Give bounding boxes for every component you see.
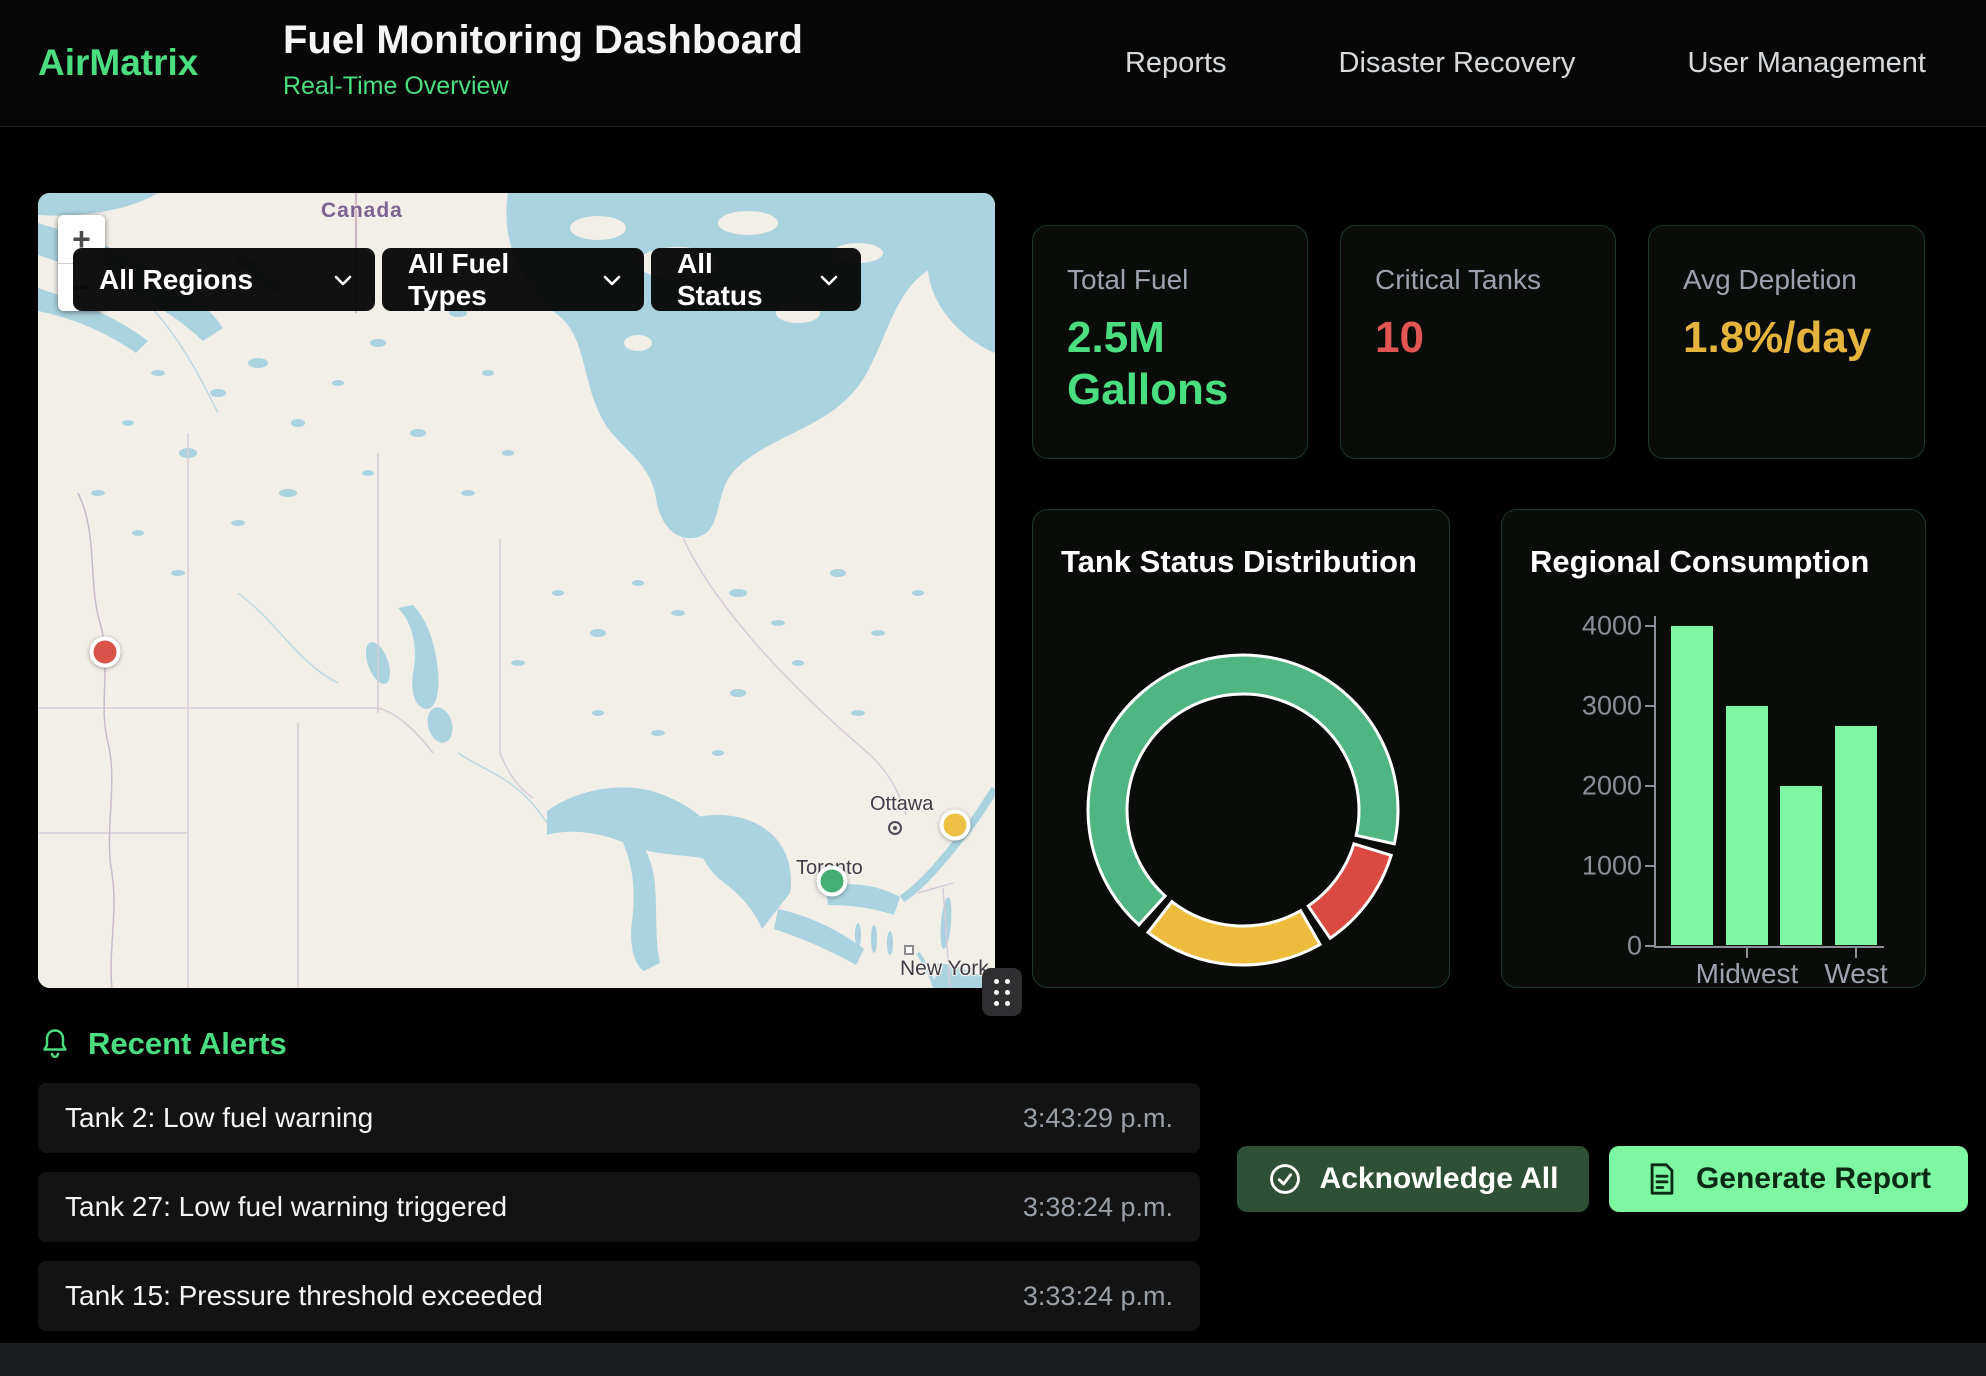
x-axis-line bbox=[1654, 946, 1884, 948]
x-axis-tick-mark bbox=[1746, 948, 1748, 958]
tank-marker-normal[interactable] bbox=[817, 866, 848, 897]
x-axis-tick-mark bbox=[1855, 948, 1857, 958]
bottom-strip bbox=[0, 1343, 1986, 1376]
bar-Midwest bbox=[1726, 706, 1768, 945]
y-axis-tick-label: 3000 bbox=[1502, 691, 1642, 722]
fuel-type-filter-dropdown[interactable]: All Fuel Types bbox=[382, 248, 644, 311]
y-axis-tick-mark bbox=[1645, 785, 1655, 787]
stat-value-avg-depletion: 1.8%/day bbox=[1683, 312, 1890, 364]
acknowledge-all-button[interactable]: Acknowledge All bbox=[1237, 1146, 1589, 1212]
y-axis-tick-label: 4000 bbox=[1502, 611, 1642, 642]
y-axis-tick-mark bbox=[1645, 865, 1655, 867]
map-label-new-york: New York bbox=[900, 957, 989, 981]
x-axis-tick-label: West bbox=[1824, 958, 1887, 990]
alert-timestamp: 3:33:24 p.m. bbox=[1023, 1281, 1173, 1312]
main-nav: Reports Disaster Recovery User Managemen… bbox=[1125, 0, 1926, 127]
alert-list-item[interactable]: Tank 27: Low fuel warning triggered 3:38… bbox=[38, 1172, 1200, 1242]
stat-label: Total Fuel bbox=[1067, 264, 1273, 296]
chevron-down-icon bbox=[817, 268, 841, 292]
y-axis-tick-label: 0 bbox=[1502, 931, 1642, 962]
app-header: AirMatrix Fuel Monitoring Dashboard Real… bbox=[0, 0, 1986, 127]
map-label-canada: Canada bbox=[321, 199, 403, 223]
y-axis-line bbox=[1654, 616, 1656, 948]
y-axis-tick-label: 2000 bbox=[1502, 771, 1642, 802]
alert-message: Tank 15: Pressure threshold exceeded bbox=[65, 1280, 543, 1312]
page-title: Fuel Monitoring Dashboard bbox=[283, 18, 803, 63]
dashboard-root: AirMatrix Fuel Monitoring Dashboard Real… bbox=[0, 0, 1986, 1376]
town-marker-icon bbox=[904, 945, 914, 955]
chevron-down-icon bbox=[600, 268, 624, 292]
stat-card-total-fuel: Total Fuel 2.5M Gallons bbox=[1032, 225, 1308, 459]
stat-label: Avg Depletion bbox=[1683, 264, 1890, 296]
title-block: Fuel Monitoring Dashboard Real-Time Over… bbox=[283, 18, 803, 101]
nav-item-disaster-recovery[interactable]: Disaster Recovery bbox=[1339, 47, 1576, 80]
stat-card-avg-depletion: Avg Depletion 1.8%/day bbox=[1648, 225, 1925, 459]
y-axis-tick-mark bbox=[1645, 625, 1655, 627]
region-filter-value: All Regions bbox=[99, 264, 253, 296]
stat-label: Critical Tanks bbox=[1375, 264, 1581, 296]
alert-list-item[interactable]: Tank 2: Low fuel warning 3:43:29 p.m. bbox=[38, 1083, 1200, 1153]
tank-status-chart-card: Tank Status Distribution bbox=[1032, 509, 1450, 988]
fuel-map[interactable]: Canada Ottawa Toronto New York + − All R… bbox=[38, 193, 995, 988]
bar-region-1 bbox=[1671, 626, 1713, 945]
page-subtitle: Real-Time Overview bbox=[283, 72, 803, 101]
status-filter-value: All Status bbox=[677, 248, 803, 312]
report-document-icon bbox=[1646, 1162, 1678, 1196]
status-filter-dropdown[interactable]: All Status bbox=[651, 248, 861, 311]
alert-list-item[interactable]: Tank 15: Pressure threshold exceeded 3:3… bbox=[38, 1261, 1200, 1331]
donut-segment-warning bbox=[1148, 902, 1320, 965]
bell-icon bbox=[40, 1028, 70, 1060]
fuel-type-filter-value: All Fuel Types bbox=[408, 248, 586, 312]
generate-report-button[interactable]: Generate Report bbox=[1609, 1146, 1968, 1212]
alerts-title: Recent Alerts bbox=[88, 1026, 287, 1062]
acknowledge-all-label: Acknowledge All bbox=[1320, 1162, 1559, 1196]
map-label-ottawa: Ottawa bbox=[870, 793, 933, 816]
stat-value-total-fuel: 2.5M Gallons bbox=[1067, 312, 1273, 416]
brand-logo: AirMatrix bbox=[38, 42, 198, 84]
tank-marker-critical[interactable] bbox=[90, 637, 121, 668]
tank-marker-warning[interactable] bbox=[940, 810, 971, 841]
map-filters: All Regions All Fuel Types All Status bbox=[73, 248, 861, 311]
tank-status-donut-chart bbox=[1033, 510, 1451, 986]
donut-segment-critical bbox=[1308, 844, 1391, 938]
drag-handle-icon[interactable] bbox=[982, 968, 1022, 1016]
stat-card-critical-tanks: Critical Tanks 10 bbox=[1340, 225, 1616, 459]
capital-city-icon bbox=[888, 821, 902, 835]
chart-title: Regional Consumption bbox=[1530, 544, 1869, 580]
regional-consumption-chart-card: Regional Consumption 0 1000 2000 3000 4000 Mi… bbox=[1501, 509, 1926, 988]
alert-message: Tank 2: Low fuel warning bbox=[65, 1102, 373, 1134]
alerts-header: Recent Alerts bbox=[40, 1026, 287, 1062]
alert-timestamp: 3:38:24 p.m. bbox=[1023, 1192, 1173, 1223]
y-axis-tick-mark bbox=[1645, 945, 1655, 947]
alert-timestamp: 3:43:29 p.m. bbox=[1023, 1103, 1173, 1134]
region-filter-dropdown[interactable]: All Regions bbox=[73, 248, 375, 311]
nav-item-reports[interactable]: Reports bbox=[1125, 47, 1227, 80]
chevron-down-icon bbox=[331, 268, 355, 292]
y-axis-tick-mark bbox=[1645, 705, 1655, 707]
y-axis-tick-label: 1000 bbox=[1502, 851, 1642, 882]
bar-region-3 bbox=[1780, 786, 1822, 945]
x-axis-tick-label: Midwest bbox=[1696, 958, 1799, 990]
bar-West bbox=[1835, 726, 1877, 945]
stat-value-critical-tanks: 10 bbox=[1375, 312, 1581, 364]
check-circle-icon bbox=[1268, 1162, 1302, 1196]
generate-report-label: Generate Report bbox=[1696, 1162, 1931, 1196]
nav-item-user-management[interactable]: User Management bbox=[1687, 47, 1926, 80]
alert-message: Tank 27: Low fuel warning triggered bbox=[65, 1191, 507, 1223]
